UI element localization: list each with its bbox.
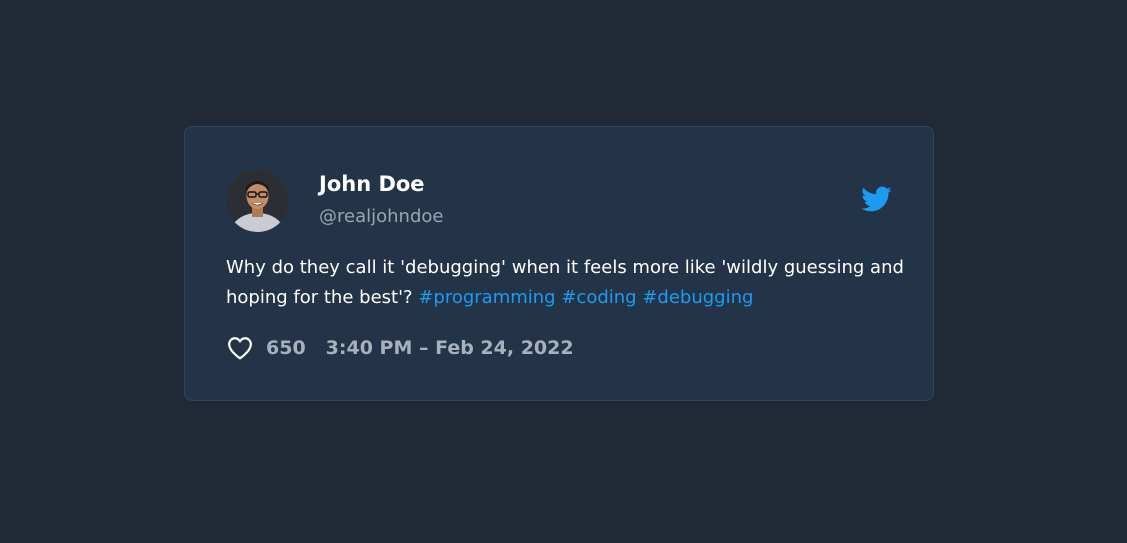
hashtag-coding[interactable]: #coding xyxy=(561,287,636,308)
hashtag-programming[interactable]: #programming xyxy=(418,287,555,308)
tweet-meta: 650 3:40 PM – Feb 24, 2022 xyxy=(226,333,574,363)
hashtag-debugging[interactable]: #debugging xyxy=(642,287,753,308)
like-count: 650 xyxy=(266,337,306,359)
tweet-timestamp[interactable]: 3:40 PM – Feb 24, 2022 xyxy=(326,337,574,359)
author-name[interactable]: John Doe xyxy=(319,170,425,198)
tweet-text: Why do they call it 'debugging' when it … xyxy=(226,253,906,313)
avatar[interactable] xyxy=(226,169,289,232)
avatar-photo xyxy=(226,169,289,232)
heart-outline-icon[interactable] xyxy=(226,334,254,362)
twitter-bird-icon[interactable] xyxy=(858,183,894,215)
tweet-card: John Doe @realjohndoe Why do they call i… xyxy=(184,126,934,401)
author-handle[interactable]: @realjohndoe xyxy=(319,205,443,229)
